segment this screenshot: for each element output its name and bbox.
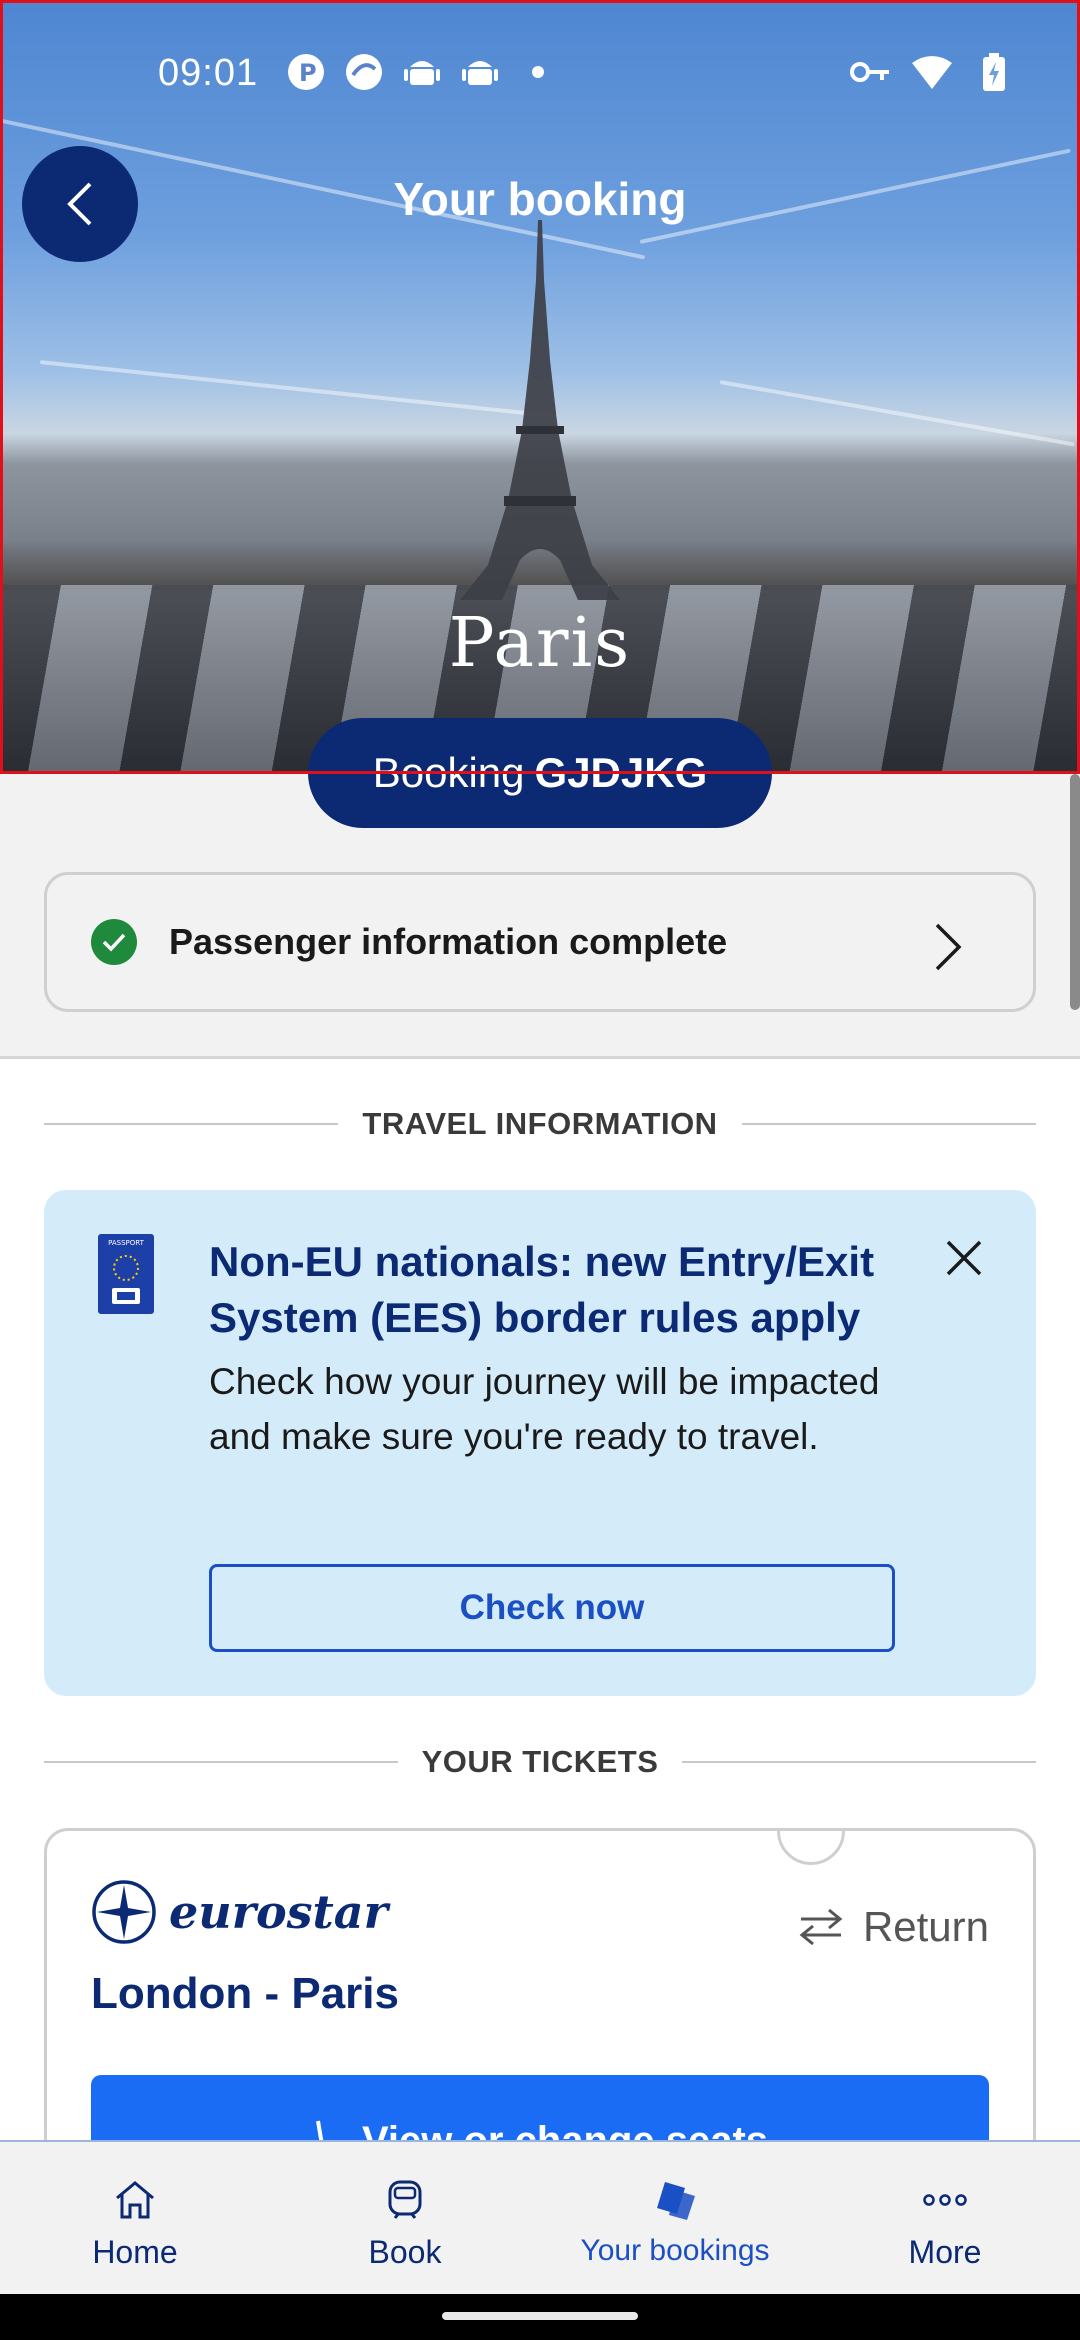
svg-text:P: P xyxy=(299,59,317,87)
ticket-route: London - Paris xyxy=(91,1969,399,2018)
nav-item-book[interactable]: Book xyxy=(270,2142,540,2294)
check-now-button[interactable]: Check now xyxy=(209,1564,895,1652)
eiffel-tower-illustration xyxy=(460,220,620,600)
heading-rule xyxy=(44,1761,398,1763)
dot-icon xyxy=(518,52,558,92)
ees-info-title: Non-EU nationals: new Entry/Exit System … xyxy=(209,1238,875,1341)
chevron-right-icon xyxy=(935,923,962,971)
app-icon-p: P xyxy=(286,52,326,92)
booking-label: Booking xyxy=(372,749,525,796)
tickets-icon xyxy=(651,2176,699,2224)
tickets-heading: YOUR TICKETS xyxy=(44,1742,1037,1782)
nav-label-home: Home xyxy=(92,2234,178,2270)
passport-label: PASSPORT xyxy=(108,1239,145,1247)
travel-info-heading: TRAVEL INFORMATION xyxy=(44,1104,1036,1144)
tickets-heading-label: YOUR TICKETS xyxy=(421,1744,659,1779)
home-gesture-handle[interactable] xyxy=(442,2312,638,2320)
booking-code: GJDJKG xyxy=(534,749,708,796)
ticket-notch xyxy=(777,1831,845,1865)
heading-rule xyxy=(682,1761,1037,1763)
home-icon xyxy=(111,2176,159,2224)
swap-arrows-icon xyxy=(799,1908,843,1946)
status-time: 09:01 xyxy=(158,52,259,94)
trip-type: Return xyxy=(797,1903,989,1951)
travel-info-heading-label: TRAVEL INFORMATION xyxy=(362,1106,718,1141)
ees-info-body: Check how your journey will be impacted … xyxy=(209,1361,880,1457)
bottom-navigation: Home Book Your bookings More xyxy=(0,2140,1080,2294)
passport-icon: PASSPORT xyxy=(98,1234,154,1314)
close-icon[interactable] xyxy=(944,1238,984,1278)
more-icon xyxy=(921,2176,969,2224)
nav-label-your-bookings: Your bookings xyxy=(580,2234,770,2267)
battery-charging-icon xyxy=(974,52,1014,92)
wifi-icon xyxy=(912,52,952,92)
booking-reference-pill: Booking GJDJKG xyxy=(308,718,772,828)
nav-item-more[interactable]: More xyxy=(810,2142,1080,2294)
trip-type-label: Return xyxy=(862,1903,989,1950)
status-bar: 09:01 P xyxy=(0,40,1080,110)
vpn-key-icon xyxy=(850,52,890,92)
ees-info-card: PASSPORT Non-EU nationals: new Entry/Exi… xyxy=(44,1190,1036,1696)
eurostar-star-icon xyxy=(92,1880,156,1944)
ticket-card[interactable]: eurostar Return London - Paris View or c… xyxy=(44,1828,1036,2188)
nav-item-your-bookings[interactable]: Your bookings xyxy=(540,2142,810,2294)
eurostar-logo: eurostar xyxy=(91,1879,388,1945)
scrollbar[interactable] xyxy=(1070,774,1080,1010)
page-title: Your booking xyxy=(393,173,687,225)
nav-item-home[interactable]: Home xyxy=(0,2142,270,2294)
train-icon xyxy=(381,2176,429,2224)
nav-label-more: More xyxy=(908,2234,982,2270)
heading-rule xyxy=(741,1123,1036,1125)
heading-rule xyxy=(44,1123,339,1125)
passenger-status-label: Passenger information complete xyxy=(169,921,728,962)
brand-name: eurostar xyxy=(169,1885,388,1939)
nav-label-book: Book xyxy=(368,2234,442,2270)
passenger-info-card[interactable]: Passenger information complete xyxy=(44,872,1036,1012)
android-icon xyxy=(460,52,500,92)
gesture-bar xyxy=(0,2294,1080,2340)
app-icon-circle xyxy=(344,52,384,92)
contrail xyxy=(719,380,1075,447)
destination-city: Paris xyxy=(448,604,632,683)
check-circle-icon xyxy=(91,919,137,965)
android-icon xyxy=(402,52,442,92)
